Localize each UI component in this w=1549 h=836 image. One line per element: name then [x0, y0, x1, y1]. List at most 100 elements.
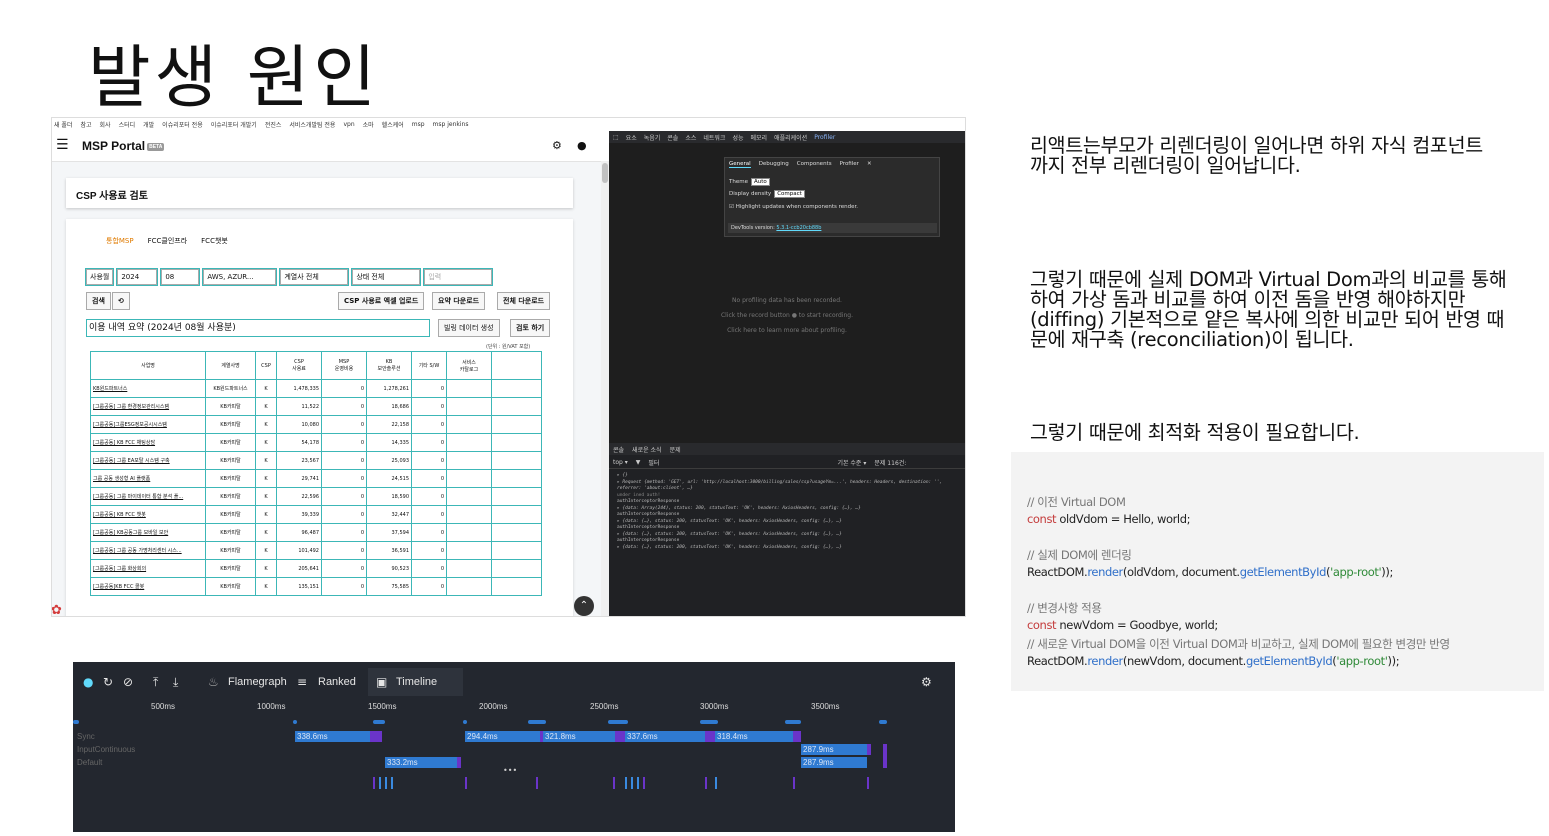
render-bar[interactable]: 287.9ms: [801, 757, 867, 768]
settings-icon[interactable]: ⚙: [552, 139, 562, 152]
bookmark[interactable]: 서비스개발팀 전용: [289, 120, 335, 129]
render-bar[interactable]: 337.6ms: [625, 731, 705, 742]
filter-icon[interactable]: ▼: [636, 459, 641, 466]
table-row[interactable]: [그룹공동] 그룹 환경정보관리시스템 KB카피탈 K 11,522 0 18,686 0: [90, 397, 542, 416]
account-icon[interactable]: ●: [577, 139, 587, 152]
tab-fcc-infra[interactable]: FCC클인프라: [148, 236, 188, 246]
bookmark[interactable]: vpn: [343, 121, 354, 128]
learn-more-link[interactable]: Click here to learn more about profiling…: [697, 323, 877, 338]
console-filter[interactable]: 필터: [648, 458, 659, 467]
render-bar[interactable]: 338.6ms: [295, 731, 370, 742]
bookmark[interactable]: 소마: [363, 120, 374, 129]
settings-tab-components[interactable]: Components: [797, 161, 832, 168]
close-icon[interactable]: ✕: [867, 161, 872, 168]
tab-msp[interactable]: 통합MSP: [106, 236, 134, 246]
devtools-tab[interactable]: 메모리: [751, 133, 768, 142]
billing-create-button[interactable]: 빌링 데이터 생성: [438, 319, 500, 337]
project-name-link[interactable]: [그룹공동] 그룹 환경정보관리시스템: [90, 397, 206, 416]
bookmark[interactable]: 새 폴더: [54, 120, 72, 129]
tab-fcc-chatbot[interactable]: FCC챗봇: [201, 236, 228, 246]
project-name-link[interactable]: 그룹 공동 생성형 AI 플랫폼: [90, 469, 206, 488]
timeline-tab[interactable]: Timeline: [396, 676, 437, 688]
project-name-link[interactable]: KB원드파트너스: [90, 379, 206, 398]
render-bar[interactable]: 294.4ms: [465, 731, 540, 742]
bookmark[interactable]: 이슈리포터 개발기: [211, 120, 257, 129]
devtools-tab[interactable]: 콘솔: [667, 133, 678, 142]
devtools-tab[interactable]: 네트워크: [703, 133, 725, 142]
devtools-tab[interactable]: 요소: [626, 133, 637, 142]
scrollbar-thumb[interactable]: [602, 163, 608, 183]
table-row[interactable]: [그룹공동] 그룹 공동 가명처리센터 시스... KB카피탈 K 101,492 0 3…: [90, 541, 542, 560]
project-name-link[interactable]: [그룹공동] KB FCC 채팅상담: [90, 433, 206, 452]
devtools-tab[interactable]: 애플리케이션: [774, 133, 807, 142]
month-select[interactable]: 08: [160, 268, 201, 286]
bookmark[interactable]: 스터디: [119, 120, 136, 129]
year-select[interactable]: 2024: [116, 268, 159, 286]
bookmark[interactable]: 헬스케어: [382, 120, 404, 129]
col-header[interactable]: CSP: [255, 351, 277, 380]
csp-select[interactable]: AWS, AZUR...: [202, 268, 278, 286]
ranked-tab[interactable]: Ranked: [318, 676, 356, 688]
console-tab[interactable]: 문제: [670, 445, 681, 454]
project-name-link[interactable]: [그룹공동] KB FCC 챗봇: [90, 505, 206, 524]
table-row[interactable]: [그룹공동]그룹ESG정보공시시스템 KB카피탈 K 10,080 0 22,158 0: [90, 415, 542, 434]
search-input[interactable]: 입력: [423, 268, 494, 286]
table-row[interactable]: [그룹공동]KB FCC 콜봇 KB카피탈 K 135,151 0 75,585 0: [90, 577, 542, 596]
bookmark[interactable]: 참고: [80, 120, 91, 129]
bookmark[interactable]: 이슈리포터 전용: [162, 120, 203, 129]
settings-tab-debugging[interactable]: Debugging: [759, 161, 789, 168]
devtools-tab[interactable]: 성능: [732, 133, 743, 142]
project-name-link[interactable]: [그룹공동] 그룹 화상회의: [90, 559, 206, 578]
bookmark[interactable]: 개발: [143, 120, 154, 129]
table-row[interactable]: [그룹공동] KB FCC 챗봇 KB카피탈 K 39,339 0 32,447 0: [90, 505, 542, 524]
type-select[interactable]: 사용월: [84, 268, 115, 286]
search-button[interactable]: 검색: [86, 292, 111, 310]
density-select[interactable]: Compact: [774, 190, 805, 198]
bookmark[interactable]: msp: [412, 121, 425, 128]
review-button[interactable]: 검토 하기: [510, 319, 551, 337]
project-name-link[interactable]: [그룹공동]KB FCC 콜봇: [90, 577, 206, 596]
page-scrollbar[interactable]: [601, 161, 609, 616]
inspect-icon[interactable]: ⬚: [613, 134, 619, 141]
refresh-button[interactable]: ⟲: [112, 292, 130, 310]
table-row[interactable]: [그룹공동] 그룹 EA포탈 시스템 구축 KB카피탈 K 23,567 0 25,093…: [90, 451, 542, 470]
table-row[interactable]: KB원드파트너스 KB원드파트너스 K 1,478,335 0 1,278,261 0: [90, 379, 542, 398]
devtools-tab[interactable]: 녹음기: [644, 133, 661, 142]
all-download-button[interactable]: 전체 다운로드: [497, 292, 551, 310]
settings-tab-profiler[interactable]: Profiler: [840, 161, 859, 168]
project-name-link[interactable]: [그룹공동]그룹ESG정보공시시스템: [90, 415, 206, 434]
settings-tab-general[interactable]: General: [729, 161, 751, 168]
issues-count[interactable]: 문제 116건:: [874, 458, 906, 467]
settings-icon[interactable]: ⚙: [921, 675, 932, 689]
account-select[interactable]: 계열사 전체: [279, 268, 350, 286]
project-name-link[interactable]: [그룹공동] KB공동그룹 모바일 보안: [90, 523, 206, 542]
devtools-tab[interactable]: 소스: [685, 133, 696, 142]
menu-icon[interactable]: ☰: [56, 137, 69, 153]
download-icon[interactable]: ⤓: [173, 675, 178, 690]
summary-download-button[interactable]: 요약 다운로드: [432, 292, 486, 310]
render-bar[interactable]: 318.4ms: [715, 731, 793, 742]
col-header[interactable]: 계열사명: [205, 351, 256, 380]
status-select[interactable]: 상태 전체: [351, 268, 422, 286]
bookmark[interactable]: 전진스: [265, 120, 282, 129]
project-name-link[interactable]: [그룹공동] 그룹 EA포탈 시스템 구축: [90, 451, 206, 470]
table-row[interactable]: 그룹 공동 생성형 AI 플랫폼 KB카피탈 K 29,741 0 24,515 0: [90, 469, 542, 488]
level-select[interactable]: 기본 수준 ▾: [837, 458, 866, 467]
col-header[interactable]: KB 보안솔루션: [366, 351, 412, 380]
render-bar[interactable]: 333.2ms: [385, 757, 457, 768]
bookmark[interactable]: msp jenkins: [433, 121, 469, 128]
highlight-checkbox[interactable]: ☑: [729, 204, 734, 210]
version-link[interactable]: 5.3.1-ccb20cb88b: [776, 225, 821, 231]
bookmark[interactable]: 회사: [100, 120, 111, 129]
render-bar[interactable]: 321.8ms: [543, 731, 615, 742]
table-row[interactable]: [그룹공동] KB FCC 채팅상담 KB카피탈 K 54,178 0 14,335 0: [90, 433, 542, 452]
col-header[interactable]: MSP 운영비용: [321, 351, 367, 380]
table-row[interactable]: [그룹공동] 그룹 마이데이터 통합 분석 플... KB카피탈 K 22,596 0 1…: [90, 487, 542, 506]
table-row[interactable]: [그룹공동] 그룹 화상회의 KB카피탈 K 205,641 0 90,523 0: [90, 559, 542, 578]
context-select[interactable]: top ▾: [613, 459, 628, 466]
col-header[interactable]: 사업명: [90, 351, 206, 380]
excel-upload-button[interactable]: CSP 사용료 엑셀 업로드: [338, 292, 425, 310]
reload-icon[interactable]: ↻: [103, 675, 113, 689]
col-header[interactable]: CSP 사용료: [276, 351, 322, 380]
scroll-top-button[interactable]: ⌃: [574, 596, 594, 616]
